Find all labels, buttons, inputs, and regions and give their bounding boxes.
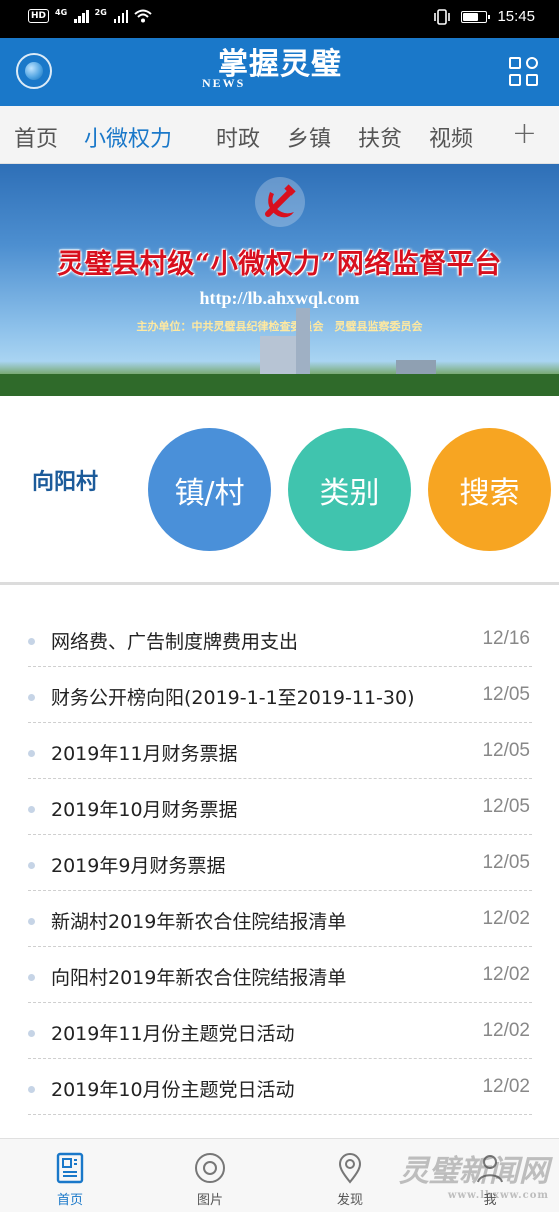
nav-photos-label: 图片 [196, 1193, 223, 1208]
news-title: 2019年11月份主题党日活动 [51, 1023, 295, 1045]
nav-home[interactable]: 首页 [0, 1139, 140, 1212]
news-list: 网络费、广告制度牌费用支出 12/16 财务公开榜向阳(2019-1-1至2019… [28, 611, 532, 1115]
news-date: 12/16 [482, 628, 530, 649]
news-item[interactable]: 新湖村2019年新农合住院结报清单 12/02 [28, 891, 532, 947]
search-button[interactable]: 搜索 [428, 428, 551, 551]
news-date: 12/02 [482, 908, 530, 929]
news-date: 12/05 [482, 796, 530, 817]
banner-title: 灵璧县村级“小微权力”网络监督平台 [57, 249, 502, 280]
category-button[interactable]: 类别 [288, 428, 411, 551]
news-title: 新湖村2019年新农合住院结报清单 [51, 911, 347, 933]
current-village: 向阳村 [32, 470, 99, 495]
news-title: 向阳村2019年新农合住院结报清单 [51, 967, 347, 989]
news-item[interactable]: 向阳村2019年新农合住院结报清单 12/02 [28, 947, 532, 1003]
add-tab-button[interactable]: + [512, 116, 537, 151]
bullet-icon [28, 638, 35, 645]
camera-icon [195, 1153, 225, 1183]
app-header: 掌握灵璧 NEWS [0, 38, 559, 106]
news-item[interactable]: 2019年11月财务票据 12/05 [28, 723, 532, 779]
news-date: 12/02 [482, 1020, 530, 1041]
building-illustration [396, 360, 436, 374]
nav-photos[interactable]: 图片 [140, 1139, 280, 1212]
bullet-icon [28, 1086, 35, 1093]
hd-indicator: HD [28, 9, 50, 23]
tab-townships[interactable]: 乡镇 [287, 121, 331, 153]
location-icon [338, 1153, 362, 1184]
tab-micro-power[interactable]: 小微权力 [84, 121, 172, 153]
news-item[interactable]: 网络费、广告制度牌费用支出 12/16 [28, 611, 532, 667]
category-tabs: 首页 小微权力 时政 乡镇 扶贫 视频 + [0, 106, 559, 164]
tab-politics[interactable]: 时政 [216, 121, 260, 153]
app-title: 掌握灵璧 NEWS [180, 46, 380, 90]
pagoda-illustration [260, 336, 300, 374]
news-item[interactable]: 2019年11月份主题党日活动 12/02 [28, 1003, 532, 1059]
watermark-url: www.lbxww.com [447, 1190, 549, 1201]
bullet-icon [28, 1030, 35, 1037]
party-emblem-icon [255, 177, 305, 227]
banner-url: http://lb.ahxwql.com [199, 288, 360, 308]
news-title: 2019年9月财务票据 [51, 855, 226, 877]
wifi-icon [134, 9, 152, 23]
vibrate-icon [434, 8, 451, 25]
town-village-button[interactable]: 镇/村 [148, 428, 271, 551]
news-item[interactable]: 2019年10月份主题党日活动 12/02 [28, 1059, 532, 1115]
news-date: 12/02 [482, 1076, 530, 1097]
bullet-icon [28, 694, 35, 701]
clock: 15:45 [497, 8, 535, 25]
section-divider [0, 582, 559, 585]
bullet-icon [28, 750, 35, 757]
status-bar: HD 4G 2G 15:45 [0, 0, 559, 38]
banner-sponsor: 主办单位：中共灵璧县纪律检查委员会 灵璧县监察委员会 [136, 320, 423, 333]
watermark: 灵璧新闻网 www.lbxww.com [399, 1146, 549, 1201]
news-item[interactable]: 2019年9月财务票据 12/05 [28, 835, 532, 891]
news-item[interactable]: 2019年10月财务票据 12/05 [28, 779, 532, 835]
banner[interactable]: 灵璧县村级“小微权力”网络监督平台 http://lb.ahxwql.com 主… [0, 164, 559, 396]
bullet-icon [28, 974, 35, 981]
news-title: 2019年11月财务票据 [51, 743, 238, 765]
nav-home-label: 首页 [56, 1193, 83, 1208]
app-subtitle: NEWS [202, 76, 246, 90]
news-title: 2019年10月份主题党日活动 [51, 1079, 295, 1101]
news-icon [56, 1152, 84, 1184]
network-type-2: 2G [94, 8, 107, 17]
news-date: 12/05 [482, 852, 530, 873]
signal-icon [74, 9, 89, 23]
news-date: 12/05 [482, 740, 530, 761]
tab-video[interactable]: 视频 [429, 121, 473, 153]
bullet-icon [28, 918, 35, 925]
bullet-icon [28, 862, 35, 869]
banner-ground [0, 374, 559, 396]
news-title: 2019年10月财务票据 [51, 799, 238, 821]
tab-home[interactable]: 首页 [14, 121, 58, 153]
network-type-1: 4G [55, 8, 68, 17]
tower-illustration [296, 308, 310, 374]
tab-poverty-relief[interactable]: 扶贫 [358, 121, 402, 153]
globe-icon[interactable] [16, 53, 52, 89]
news-date: 12/05 [482, 684, 530, 705]
news-title: 财务公开榜向阳(2019-1-1至2019-11-30) [51, 687, 415, 709]
battery-icon [461, 10, 491, 23]
news-date: 12/02 [482, 964, 530, 985]
watermark-text: 灵璧新闻网 [399, 1154, 549, 1189]
signal-icon-2 [113, 9, 129, 23]
news-title: 网络费、广告制度牌费用支出 [51, 631, 299, 653]
news-item[interactable]: 财务公开榜向阳(2019-1-1至2019-11-30) 12/05 [28, 667, 532, 723]
grid-menu-icon[interactable] [509, 57, 539, 87]
bullet-icon [28, 806, 35, 813]
